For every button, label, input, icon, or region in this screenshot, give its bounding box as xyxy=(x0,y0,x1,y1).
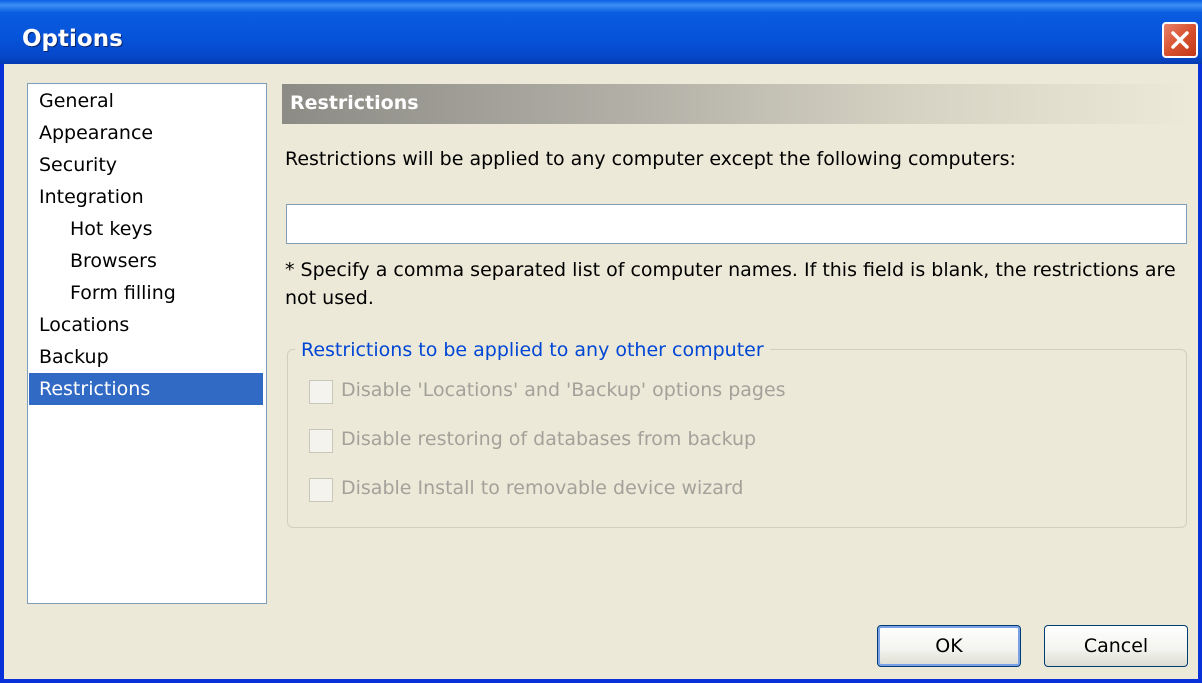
restrictions-group-legend: Restrictions to be applied to any other … xyxy=(295,339,770,361)
nav-item-integration[interactable]: Integration xyxy=(29,181,263,213)
checkbox-label: Disable 'Locations' and 'Backup' options… xyxy=(341,379,786,401)
checkbox[interactable] xyxy=(309,429,333,453)
excluded-computers-input[interactable] xyxy=(286,204,1187,244)
nav-item-security[interactable]: Security xyxy=(29,149,263,181)
checkbox[interactable] xyxy=(309,478,333,502)
checkbox-label: Disable restoring of databases from back… xyxy=(341,428,757,450)
ok-button[interactable]: OK xyxy=(877,625,1021,667)
checkbox[interactable] xyxy=(309,380,333,404)
options-category-list[interactable]: General Appearance Security Integration … xyxy=(27,83,267,604)
nav-item-restrictions[interactable]: Restrictions xyxy=(29,373,263,405)
restrictions-description: Restrictions will be applied to any comp… xyxy=(285,148,1016,170)
title-bar[interactable]: Options xyxy=(0,0,1202,64)
close-button[interactable] xyxy=(1162,22,1198,58)
nav-item-appearance[interactable]: Appearance xyxy=(29,117,263,149)
section-header: Restrictions xyxy=(282,84,1190,124)
nav-item-form-filling[interactable]: Form filling xyxy=(29,277,263,309)
section-title: Restrictions xyxy=(290,92,419,114)
nav-item-hot-keys[interactable]: Hot keys xyxy=(29,213,263,245)
nav-item-browsers[interactable]: Browsers xyxy=(29,245,263,277)
computers-input-note: * Specify a comma separated list of comp… xyxy=(285,259,1176,309)
window-title: Options xyxy=(22,26,123,52)
close-icon xyxy=(1171,31,1189,49)
checkbox-label: Disable Install to removable device wiza… xyxy=(341,477,744,499)
nav-item-general[interactable]: General xyxy=(29,85,263,117)
nav-item-backup[interactable]: Backup xyxy=(29,341,263,373)
nav-item-locations[interactable]: Locations xyxy=(29,309,263,341)
cancel-button[interactable]: Cancel xyxy=(1044,625,1188,667)
